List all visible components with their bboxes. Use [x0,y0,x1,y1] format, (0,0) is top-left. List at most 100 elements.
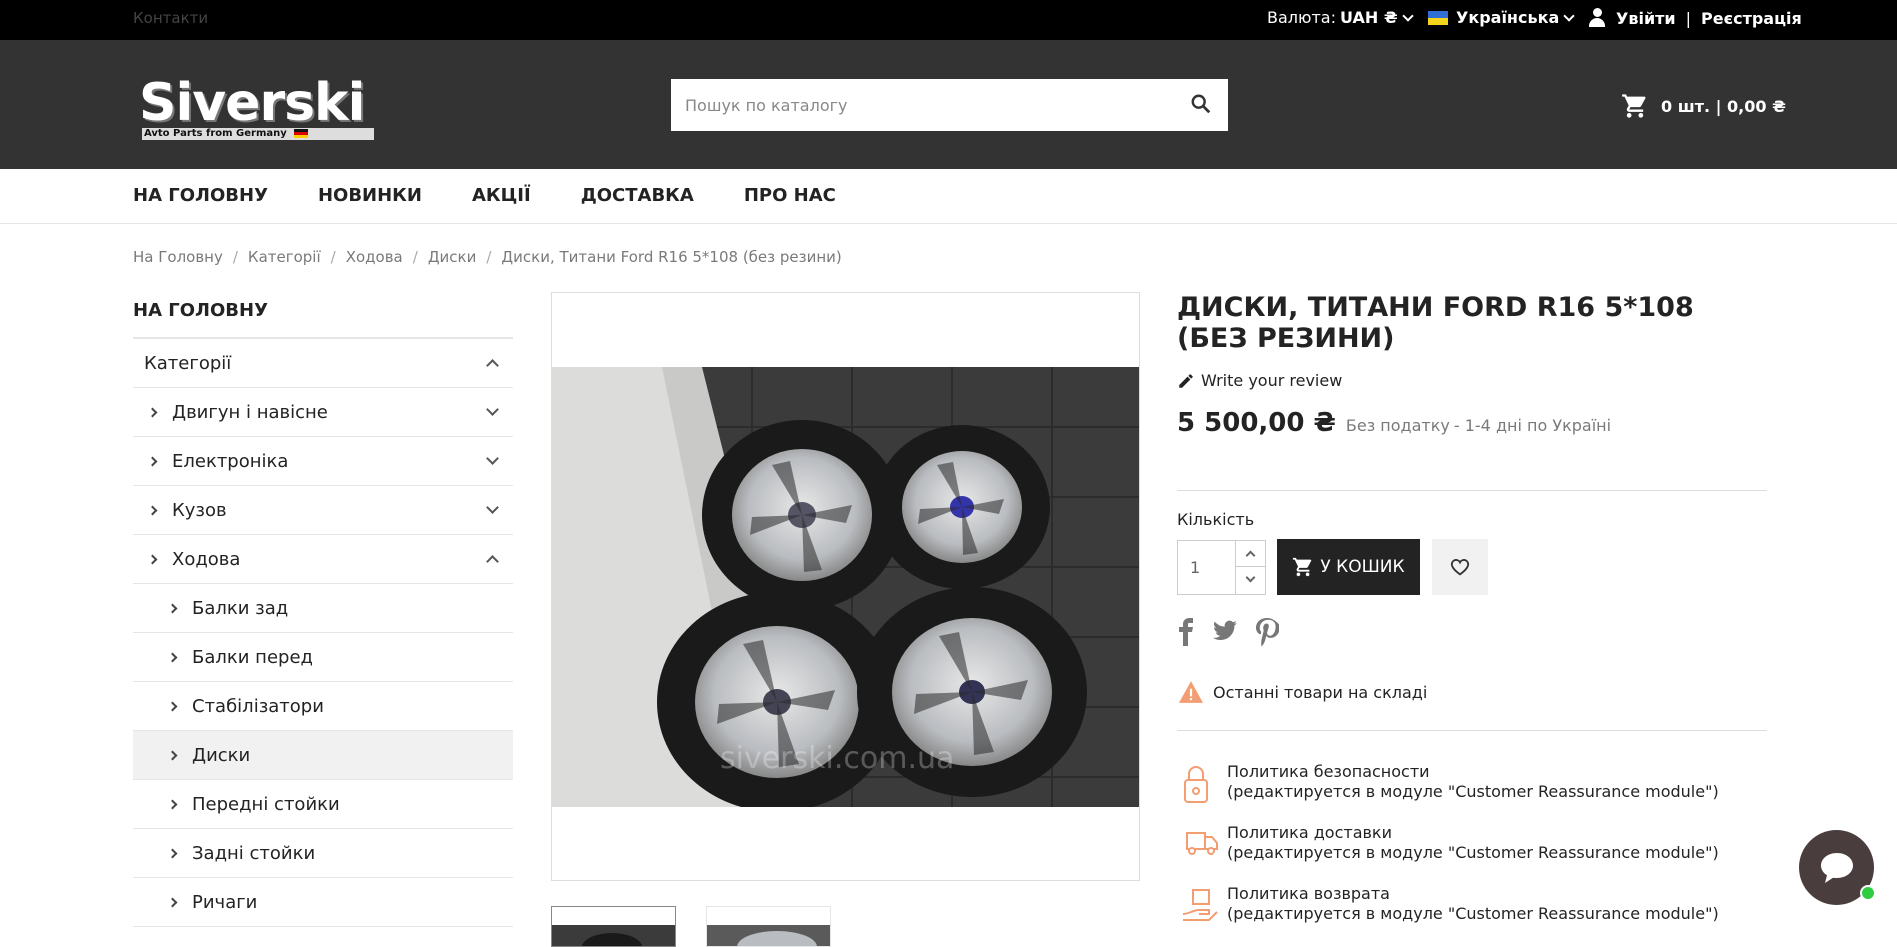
cart-summary[interactable]: 0 шт. | 0,00 ₴ [1621,92,1786,120]
language-selector[interactable]: Українська [1428,8,1575,27]
breadcrumb-separator: / [486,248,492,266]
chevron-right-icon [167,799,178,809]
price-block: 5 500,00 ₴ Без податку - 1-4 дні по Укра… [1177,408,1767,438]
breadcrumb-item[interactable]: Ходова [346,248,403,266]
chat-widget-button[interactable] [1799,830,1876,905]
chevron-up-icon[interactable] [486,555,499,568]
cart-icon [1622,94,1646,118]
quantity-decrease-button[interactable] [1236,567,1265,593]
search-input[interactable] [671,79,1151,131]
sidebar-item-electronics[interactable]: Електроніка [133,437,513,486]
sidebar-item-label: Двигун і навісне [172,401,328,423]
product-thumbnail[interactable] [706,906,831,947]
divider [1177,490,1767,491]
account-separator: | [1685,8,1692,28]
sidebar-item-label: Диски [192,744,251,766]
sidebar-item-label: Балки зад [192,597,289,619]
chevron-up-icon[interactable] [486,359,499,372]
sidebar-subitem-active[interactable]: Диски [133,731,513,780]
facebook-icon[interactable] [1177,618,1195,652]
search-box [671,79,1228,131]
ukraine-flag-icon [1428,10,1448,25]
germany-flag-icon [294,128,309,138]
twitter-icon[interactable] [1211,618,1239,652]
thumbnail-image [552,907,675,946]
nav-item-new[interactable]: НОВИНКИ [318,185,422,206]
chevron-right-icon [147,505,158,515]
product-image-frame[interactable]: siverski.com.ua [551,292,1140,881]
nav-item-delivery[interactable]: ДОСТАВКА [581,185,694,206]
breadcrumb-item[interactable]: Диски [428,248,477,266]
product-price: 5 500,00 ₴ [1177,408,1336,438]
breadcrumb-separator: / [412,248,418,266]
social-share [1177,618,1295,652]
chevron-right-icon [167,750,178,760]
lock-icon [1184,766,1208,803]
reassurance-title: Политика безопасности [1227,762,1430,781]
sidebar-item-label: Балки перед [192,646,313,668]
sidebar-subitem[interactable]: Передні стойки [133,780,513,829]
sidebar-item-label: Електроніка [172,450,289,472]
quantity-input[interactable] [1178,541,1238,594]
nav-item-sales[interactable]: АКЦІЇ [472,185,531,206]
sidebar-item-label: Задні стойки [192,842,316,864]
quantity-increase-button[interactable] [1236,541,1265,567]
sidebar-subitem[interactable]: Ричаги [133,878,513,927]
review-label: Write your review [1201,371,1343,390]
tax-note: Без податку [1345,416,1450,435]
write-review-link[interactable]: Write your review [1177,371,1767,390]
reassurance-item: Политика безопасности (редактируется в м… [1177,762,1719,823]
nav-item-about[interactable]: ПРО НАС [744,185,836,206]
reassurance-note: (редактируется в модуле "Customer Reassu… [1227,782,1719,801]
chevron-down-icon [1563,9,1575,22]
cart-summary-text: 0 шт. | 0,00 ₴ [1661,96,1786,116]
top-bar: Контакти Валюта: UAH ₴ Українська Увійти… [0,0,1897,40]
breadcrumb-item[interactable]: Категорії [248,248,321,266]
sidebar-subitem[interactable]: Стабілізатори [133,682,513,731]
sidebar-subitem[interactable]: Задні стойки [133,829,513,878]
sidebar-item-label: Передні стойки [192,793,340,815]
search-icon[interactable] [1190,93,1212,115]
register-link[interactable]: Реєстрація [1701,9,1802,28]
language-value: Українська [1456,8,1560,27]
sidebar-subitem[interactable]: Балки зад [133,584,513,633]
sidebar-item-engine[interactable]: Двигун і навісне [133,388,513,437]
sidebar-item-categories[interactable]: Категорії [133,339,513,388]
sidebar-item-chassis[interactable]: Ходова [133,535,513,584]
product-thumbnail[interactable] [551,906,676,947]
site-logo[interactable]: Siverski Avto Parts from Germany [139,77,375,140]
sidebar-subitem[interactable]: Балки перед [133,633,513,682]
chevron-down-icon[interactable] [486,403,499,416]
contacts-link[interactable]: Контакти [133,9,208,27]
add-to-cart-button[interactable]: У КОШИК [1277,539,1420,595]
stock-text: Останні товари на складі [1213,682,1428,702]
product-title: Диски, Титани Ford R16 5*108 (без резини… [1177,292,1694,354]
reassurance-note: (редактируется в модуле "Customer Reassu… [1227,843,1719,862]
chevron-right-icon [167,897,178,907]
breadcrumb-item[interactable]: На Головну [133,248,223,266]
currency-selector[interactable]: Валюта: UAH ₴ [1267,8,1414,27]
delivery-truck-icon [1186,832,1218,855]
sidebar-home-title[interactable]: НА ГОЛОВНУ [133,292,513,339]
chevron-down-icon[interactable] [486,452,499,465]
reassurance-note: (редактируется в модуле "Customer Reassu… [1227,904,1719,923]
currency-label: Валюта: [1267,8,1336,27]
delivery-note: - 1-4 дні по Україні [1453,416,1612,435]
reassurance-title: Политика доставки [1227,823,1392,842]
sidebar-item-body[interactable]: Кузов [133,486,513,535]
chevron-right-icon [167,701,178,711]
reassurance-item: Политика возврата (редактируется в модул… [1177,884,1719,945]
category-sidebar: НА ГОЛОВНУ Категорії Двигун і навісне Ел… [133,292,513,927]
chevron-down-icon [1245,572,1256,583]
currency-value: UAH ₴ [1340,8,1398,27]
sidebar-item-label: Кузов [172,499,227,521]
sidebar-item-label: Ходова [172,548,241,570]
chevron-down-icon[interactable] [486,501,499,514]
warning-icon [1179,681,1203,703]
pinterest-icon[interactable] [1255,618,1281,652]
logo-tagline: Avto Parts from Germany [142,128,374,140]
login-link[interactable]: Увійти [1616,9,1676,28]
sidebar-item-label: Ричаги [192,891,258,913]
wishlist-button[interactable] [1432,539,1488,595]
nav-item-home[interactable]: НА ГОЛОВНУ [133,185,268,206]
